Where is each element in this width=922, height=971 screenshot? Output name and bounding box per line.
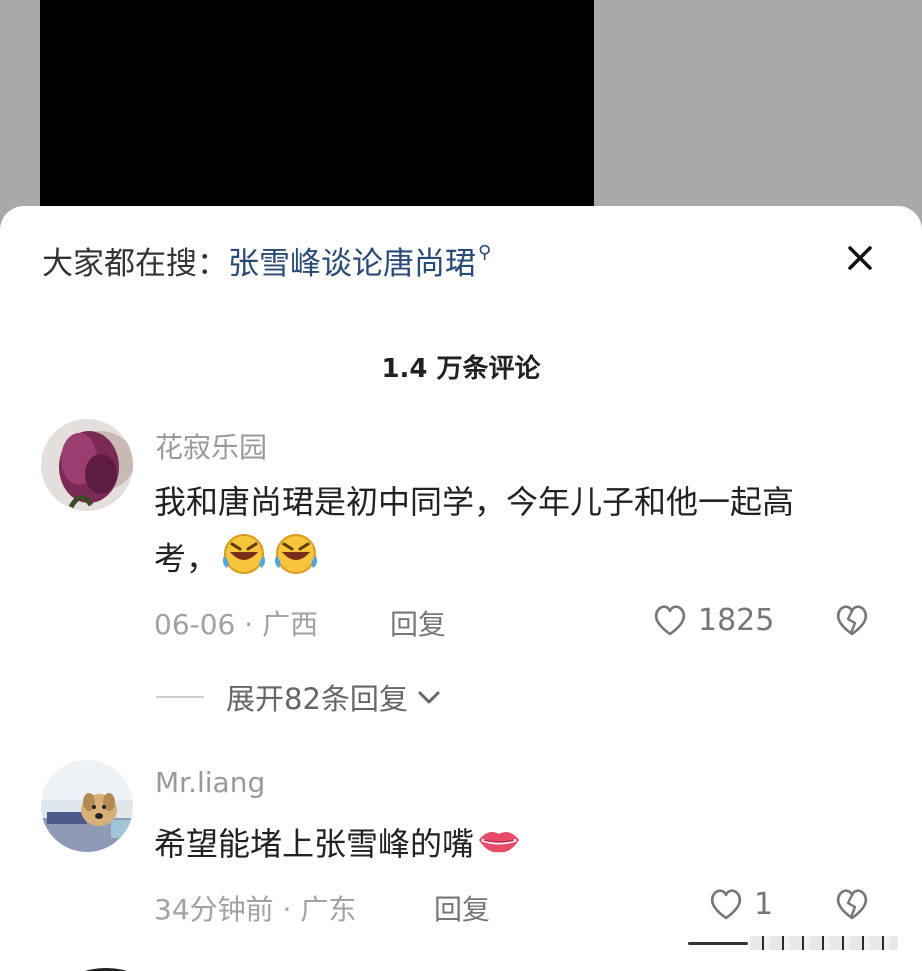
- chevron-down-icon: [418, 691, 440, 704]
- video-area[interactable]: [40, 0, 594, 210]
- close-button[interactable]: [838, 236, 882, 280]
- rofl-face-icon: [272, 530, 322, 591]
- comment-meta: 34分钟前 · 广东: [154, 893, 357, 926]
- comment-text: 希望能堵上张雪峰的嘴: [154, 816, 854, 874]
- reply-button[interactable]: 回复: [390, 603, 446, 643]
- broken-heart-icon: [836, 889, 868, 920]
- dislike-button[interactable]: [832, 884, 872, 928]
- expand-replies-label: 展开82条回复: [226, 682, 408, 716]
- expand-replies-button[interactable]: 展开82条回复: [156, 676, 444, 718]
- avatar[interactable]: [41, 419, 133, 511]
- search-term-link[interactable]: 张雪峰谈论唐尚珺: [228, 246, 476, 282]
- reply-button[interactable]: 回复: [434, 888, 490, 928]
- home-indicator: [688, 936, 898, 950]
- comment-count: 1.4 万条评论: [381, 354, 541, 384]
- comment-username[interactable]: Mr.liang: [155, 766, 265, 799]
- rofl-face-icon: [220, 530, 270, 591]
- like-count: 1: [754, 886, 774, 922]
- comment-username[interactable]: 花寂乐园: [155, 426, 267, 466]
- broken-heart-icon: [836, 605, 868, 636]
- close-icon: [848, 246, 872, 270]
- lips-icon: [476, 818, 522, 874]
- comment-text: 我和唐尚珺是初中同学，今年儿子和他一起高考，: [154, 474, 854, 591]
- trending-search[interactable]: 大家都在搜：张雪峰谈论唐尚珺 ⚲: [42, 238, 491, 283]
- comment-text-content: 希望能堵上张雪峰的嘴: [154, 825, 475, 863]
- comments-sheet: 大家都在搜：张雪峰谈论唐尚珺 ⚲ 1.4 万条评论 花寂乐园 我和唐尚珺是初中同学…: [0, 206, 922, 971]
- search-prefix: 大家都在搜：: [42, 246, 228, 282]
- heart-icon: [654, 605, 686, 636]
- search-icon: ⚲: [478, 242, 492, 263]
- like-button[interactable]: 1825: [650, 600, 774, 640]
- divider-line: [156, 696, 204, 698]
- like-count: 1825: [698, 602, 775, 638]
- dislike-button[interactable]: [832, 600, 872, 644]
- like-button[interactable]: 1: [706, 884, 773, 924]
- comment-meta: 06-06 · 广西: [154, 608, 319, 641]
- avatar[interactable]: [41, 760, 133, 852]
- heart-icon: [710, 889, 742, 920]
